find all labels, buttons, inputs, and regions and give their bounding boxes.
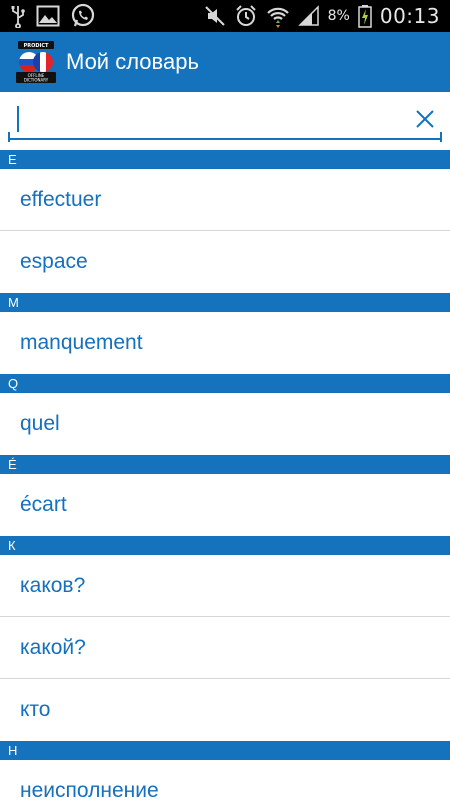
alarm-icon	[234, 4, 258, 28]
status-system: 8% 00:13	[204, 4, 440, 28]
search-bar	[0, 92, 450, 148]
app-bar: PRODICT OFFLINE DICTIONARY Мой словарь	[0, 32, 450, 92]
wifi-icon	[266, 4, 290, 28]
list-item[interactable]: неисполнение	[0, 760, 450, 800]
list-item[interactable]: какой?	[0, 617, 450, 679]
section-header-q: Q	[0, 374, 450, 393]
list-item[interactable]: effectuer	[0, 169, 450, 231]
status-clock: 00:13	[379, 4, 440, 28]
text-cursor	[17, 106, 19, 132]
status-bar: 8% 00:13	[0, 0, 450, 32]
list-item[interactable]: кто	[0, 679, 450, 741]
search-underline-left-edge	[8, 132, 10, 142]
clear-search-button[interactable]	[408, 102, 442, 136]
section-header-m: M	[0, 293, 450, 312]
section-header-ka: К	[0, 536, 450, 555]
section-header-e-acute: É	[0, 455, 450, 474]
battery-charging-icon	[358, 4, 372, 28]
app-title: Мой словарь	[66, 49, 199, 74]
app-logo-icon[interactable]: PRODICT OFFLINE DICTIONARY	[14, 40, 58, 84]
word-list: E effectuer espace M manquement Q quel É…	[0, 150, 450, 800]
close-icon	[416, 110, 434, 128]
list-item[interactable]: espace	[0, 231, 450, 293]
section-header-e: E	[0, 150, 450, 169]
gallery-icon	[36, 4, 60, 28]
mute-icon	[204, 4, 226, 28]
list-item[interactable]: каков?	[0, 555, 450, 617]
section-header-en: Н	[0, 741, 450, 760]
signal-icon	[297, 4, 320, 28]
battery-percentage: 8%	[327, 8, 350, 24]
usb-icon	[10, 4, 26, 28]
search-input[interactable]	[8, 98, 442, 140]
list-item[interactable]: manquement	[0, 312, 450, 374]
svg-text:DICTIONARY: DICTIONARY	[24, 78, 49, 83]
status-notifications	[10, 3, 96, 28]
list-item[interactable]: quel	[0, 393, 450, 455]
list-item[interactable]: écart	[0, 474, 450, 536]
whatsapp-icon	[70, 3, 96, 28]
svg-text:PRODICT: PRODICT	[24, 43, 49, 49]
